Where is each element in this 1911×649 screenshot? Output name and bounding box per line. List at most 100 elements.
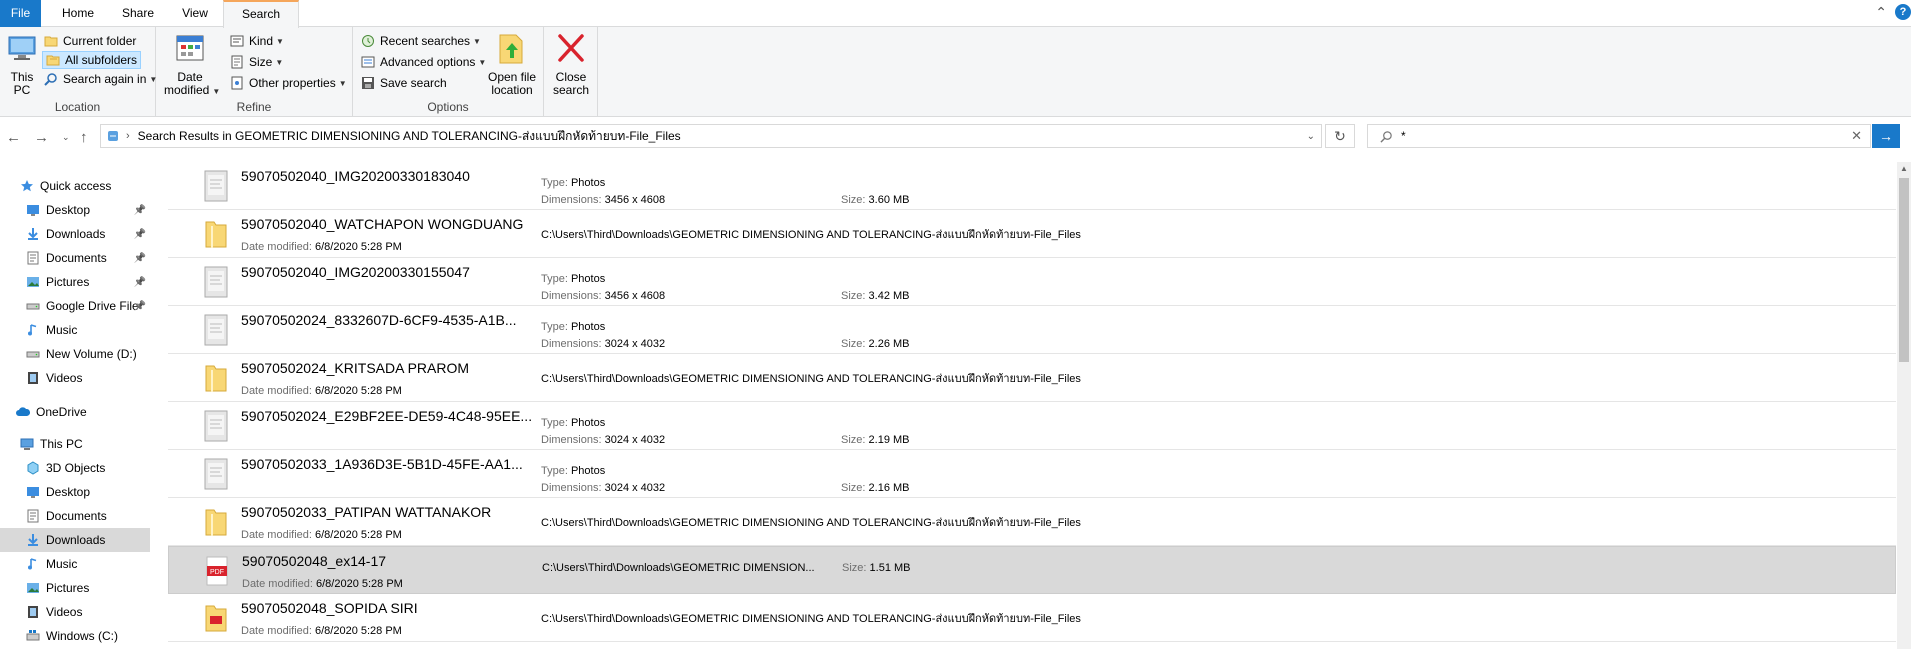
sidebar-item-new-volume-d[interactable]: New Volume (D:) [0,342,150,366]
result-row[interactable]: 59070502040_IMG20200330183040 Type: Photo… [168,162,1896,210]
result-row[interactable]: PDF 59070502048_ex14-17 Date modified: 6/8… [168,546,1896,594]
search-again-in-button[interactable]: Search again in ▼ [44,70,157,88]
sidebar-item-windows-c[interactable]: Windows (C:) [0,624,150,648]
meta-label: Dimensions: [541,194,602,206]
folder-icon [44,36,58,47]
result-name: 59070502024_E29BF2EE-DE59-4C48-95EE... [241,408,533,424]
sidebar-item-3d-objects[interactable]: 3D Objects [0,456,150,480]
date-modified-button[interactable]: Date modified ▼ [164,31,220,98]
sidebar-item-music[interactable]: Music [0,552,150,576]
meta-value: C:\Users\Third\Downloads\GEOMETRIC DIMEN… [541,517,1081,529]
sidebar-item-desktop[interactable]: Desktop [0,480,150,504]
forward-arrow-icon[interactable]: → [34,129,49,146]
result-row[interactable]: 59070502033_PATIPAN WATTANAKOR Date modif… [168,498,1896,546]
cloud-icon [16,407,30,416]
tab-home[interactable]: Home [56,0,100,27]
size-button[interactable]: Size ▼ [230,53,283,71]
meta-value: 3024 x 4032 [604,338,666,350]
search-input[interactable]: * [1401,129,1406,143]
search-results-icon [108,131,118,141]
meta-value: C:\Users\Third\Downloads\GEOMETRIC DIMEN… [541,613,1081,625]
result-name: 59070502048_SOPIDA SIRI [241,600,418,616]
close-search-button[interactable]: Close search [548,31,594,97]
sidebar-item-documents[interactable]: Documents 📌 [0,246,150,270]
recent-searches-icon [362,35,374,47]
result-name: 59070502048_ex14-17 [242,553,387,569]
desktop-icon [27,487,39,498]
sidebar-item-downloads[interactable]: Downloads [0,528,150,552]
tab-search[interactable]: Search [223,0,299,28]
address-path: Search Results in GEOMETRIC DIMENSIONING… [137,128,681,143]
search-go-button[interactable]: → [1872,124,1900,148]
result-row[interactable]: 59070502024_8332607D-6CF9-4535-A1B... Typ… [168,306,1896,354]
sidebar-item-label: New Volume (D:) [46,347,137,361]
sidebar-item-videos[interactable]: Videos [0,366,150,390]
open-file-location-button[interactable]: Open file location [483,31,541,97]
back-arrow-icon[interactable]: ← [6,129,21,146]
arrow-right-icon: → [1879,128,1893,144]
result-row[interactable]: 59070502033_1A936D3E-5B1D-45FE-AA1... Typ… [168,450,1896,498]
up-arrow-icon[interactable]: ↑ [80,129,88,146]
sidebar-item-desktop[interactable]: Desktop 📌 [0,198,150,222]
meta-value: 3456 x 4608 [604,194,666,206]
all-subfolders-button[interactable]: All subfolders [42,51,142,69]
sidebar-item-label: Pictures [46,581,90,595]
videos-icon [28,606,38,618]
result-row[interactable]: 59070502048_SOPIDA SIRI Date modified: 6/… [168,594,1896,642]
calendar-icon [176,35,204,61]
chevron-down-icon: ▼ [275,57,284,67]
advanced-options-label: Advanced options [380,55,476,69]
clear-search-icon[interactable]: ✕ [1851,128,1862,144]
current-folder-button[interactable]: Current folder [44,32,136,50]
sidebar-item-quick-access[interactable]: Quick access [0,174,150,198]
search-box[interactable]: * ✕ [1367,124,1871,148]
meta-label: Type: [541,465,568,477]
result-name: 59070502024_KRITSADA PRAROM [241,360,470,376]
result-date-modified: Date modified: 6/8/2020 5:28 PM [241,385,402,397]
other-properties-button[interactable]: Other properties ▼ [230,74,347,92]
meta-label: Date modified: [242,578,313,590]
minimize-ribbon-icon[interactable]: ⌃ [1875,4,1887,21]
save-search-button[interactable]: Save search [361,74,447,92]
pin-icon: 📌 [133,276,146,288]
scrollbar-thumb[interactable] [1899,178,1909,362]
result-row[interactable]: 59070502040_WATCHAPON WONGDUANG Date modi… [168,210,1896,258]
sidebar-item-google-drive-file[interactable]: Google Drive File 📌 [0,294,150,318]
sidebar-item-this-pc[interactable]: This PC [0,432,150,456]
result-name: 59070502040_WATCHAPON WONGDUANG [241,216,524,232]
results-scrollbar[interactable]: ▲ [1897,162,1911,649]
sidebar-item-music[interactable]: Music [0,318,150,342]
address-dropdown-icon[interactable]: ⌄ [1307,131,1315,142]
sidebar-item-videos[interactable]: Videos [0,600,150,624]
meta-label: Size: [841,434,866,446]
kind-button[interactable]: Kind ▼ [230,32,284,50]
recent-searches-button[interactable]: Recent searches ▼ [361,32,481,50]
result-size: Size: 3.42 MB [841,290,910,302]
tab-view[interactable]: View [171,0,219,27]
tab-share[interactable]: Share [112,0,164,27]
recent-locations-icon[interactable]: ⌄ [62,132,70,143]
this-pc-button[interactable]: This PC [4,31,40,97]
result-path: C:\Users\Third\Downloads\GEOMETRIC DIMEN… [541,513,1081,531]
sidebar-item-downloads[interactable]: Downloads 📌 [0,222,150,246]
result-row[interactable]: 59070502024_E29BF2EE-DE59-4C48-95EE... Ty… [168,402,1896,450]
help-icon[interactable]: ? [1895,4,1911,20]
scroll-up-icon[interactable]: ▲ [1900,164,1908,173]
sidebar-item-pictures[interactable]: Pictures [0,576,150,600]
sidebar-item-label: Pictures [46,275,90,289]
result-row[interactable]: 59070502040_IMG20200330155047 Type: Photo… [168,258,1896,306]
refresh-button[interactable]: ↻ [1325,124,1355,148]
result-size: Size: 2.16 MB [841,482,910,494]
computer-icon [20,438,34,450]
result-row[interactable]: 59070502024_KRITSADA PRAROM Date modified… [168,354,1896,402]
navigation-bar: ← → ⌄ ↑ › Search Results in GEOMETRIC DI… [0,117,1911,157]
tab-file[interactable]: File [0,0,41,27]
sidebar-item-onedrive[interactable]: OneDrive [0,400,150,424]
music-icon [28,324,37,336]
address-bar[interactable]: › Search Results in GEOMETRIC DIMENSIONI… [100,124,1322,148]
pictures-icon [27,583,39,593]
search-ribbon: This PC Current folder All subfolders Se… [0,27,1911,117]
sidebar-item-documents[interactable]: Documents [0,504,150,528]
sidebar-item-pictures[interactable]: Pictures 📌 [0,270,150,294]
advanced-options-button[interactable]: Advanced options ▼ [361,53,486,71]
